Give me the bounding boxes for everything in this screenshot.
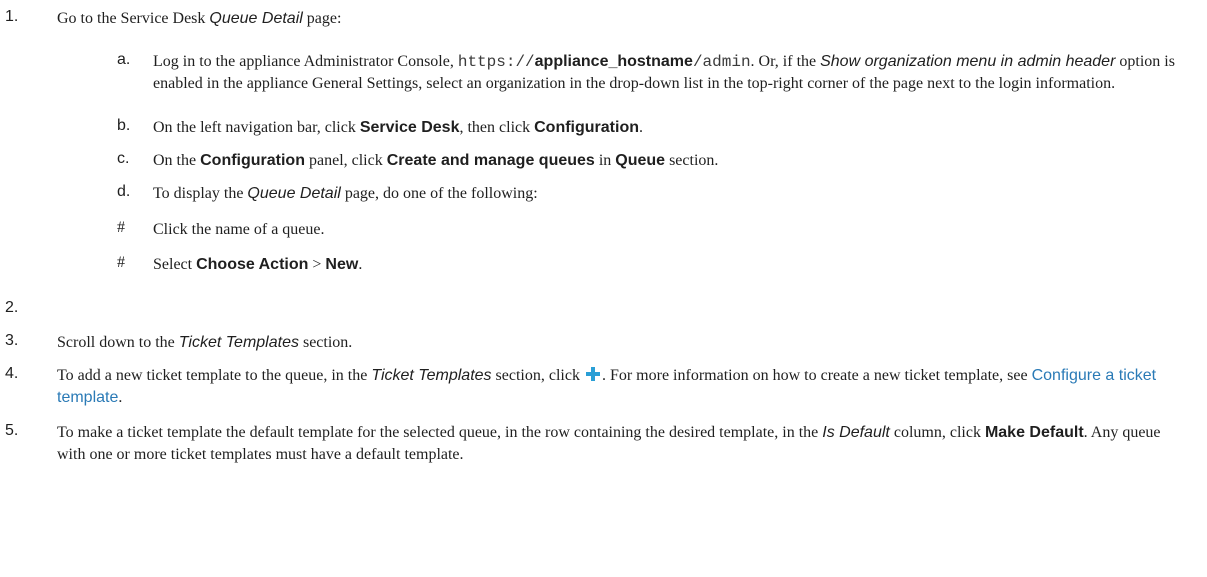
bullet-mark: # — [117, 254, 125, 271]
option-text: Click the name of a queue. — [153, 221, 325, 238]
text-run: On the left navigation bar, click — [153, 119, 360, 136]
text-run: . Or, if the — [750, 53, 821, 70]
text-run: To make a ticket template the default te… — [57, 424, 823, 441]
page-name: Queue Detail — [209, 10, 303, 27]
substep-letter: d. — [117, 183, 131, 200]
url-part: https:// — [457, 53, 535, 71]
text-run: . For more information on how to create … — [601, 367, 1032, 384]
text-run: > — [308, 256, 326, 273]
substep-letter: a. — [117, 51, 131, 68]
substep-text: To display the Queue Detail page, do one… — [153, 183, 1187, 205]
option-text: Select Choose Action > New. — [153, 254, 1187, 276]
step-number: 2. — [5, 299, 19, 316]
ui-term: Make Default — [984, 424, 1084, 441]
substep-letter: b. — [117, 117, 131, 134]
text-run: Scroll down to the — [57, 334, 179, 351]
step-text: Scroll down to the Ticket Templates sect… — [57, 332, 1187, 354]
text-run: Go to the Service Desk — [57, 10, 210, 27]
step-text: To make a ticket template the default te… — [57, 422, 1187, 466]
text-run: On the — [153, 152, 201, 169]
substep-letter: c. — [117, 150, 130, 167]
text-run: . — [358, 256, 363, 273]
step-number: 1. — [5, 8, 19, 25]
text-run: page, do one of the following: — [340, 185, 538, 202]
ui-term: Queue — [615, 152, 666, 169]
ui-term: Service Desk — [359, 119, 460, 136]
page-name: Queue Detail — [247, 185, 341, 202]
procedure-document: 1. Go to the Service Desk Queue Detail p… — [0, 0, 1207, 577]
text-run: . — [118, 389, 123, 406]
step-number: 3. — [5, 332, 19, 349]
text-run: , then click — [459, 119, 535, 136]
text-run: page: — [302, 10, 342, 27]
text-run: Select — [153, 256, 197, 273]
hostname-placeholder: appliance_hostname — [534, 53, 693, 70]
ui-term: Configuration — [200, 152, 305, 169]
text-run: To add a new ticket template to the queu… — [57, 367, 372, 384]
substep-text: Log in to the appliance Administrator Co… — [153, 51, 1187, 95]
text-run: column, click — [889, 424, 985, 441]
text-run: panel, click — [304, 152, 387, 169]
section-name: Ticket Templates — [178, 334, 299, 351]
step-text: To add a new ticket template to the queu… — [57, 365, 1187, 409]
ui-term: Configuration — [534, 119, 639, 136]
step-number: 4. — [5, 365, 19, 382]
text-run: Log in to the appliance Administrator Co… — [153, 53, 458, 70]
substep-text: On the left navigation bar, click Servic… — [153, 117, 1187, 139]
bullet-mark: # — [117, 219, 125, 236]
ui-term: Choose Action — [196, 256, 309, 273]
url-part: /admin — [692, 53, 751, 71]
text-run: section, click — [491, 367, 584, 384]
text-run: . — [639, 119, 643, 136]
text-run: section. — [298, 334, 353, 351]
substep-text: On the Configuration panel, click Create… — [153, 150, 1187, 172]
column-name: Is Default — [822, 424, 890, 441]
text-run: To display the — [153, 185, 248, 202]
section-name: Ticket Templates — [371, 367, 492, 384]
step-number: 5. — [5, 422, 19, 439]
step-text: Go to the Service Desk Queue Detail page… — [57, 8, 1187, 30]
plus-icon — [585, 366, 601, 382]
ui-term: Create and manage queues — [386, 152, 595, 169]
option-name: Show organization menu in admin header — [820, 53, 1116, 70]
text-run: in — [594, 152, 616, 169]
ui-term: New — [325, 256, 359, 273]
text-run: section. — [665, 152, 719, 169]
